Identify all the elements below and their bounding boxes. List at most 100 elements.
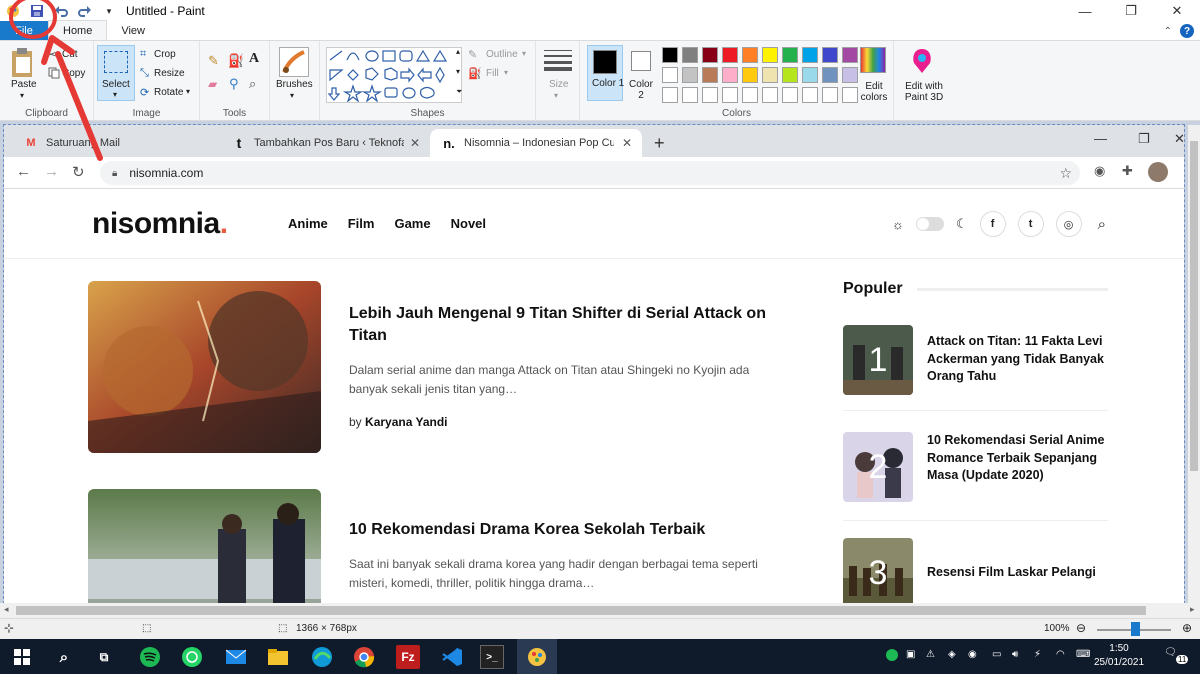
- close-button[interactable]: ✕: [1154, 0, 1200, 22]
- collapse-ribbon-icon[interactable]: ⌃: [1164, 26, 1172, 37]
- popular-item[interactable]: 1 Attack on Titan: 11 Fakta Levi Ackerma…: [843, 325, 1108, 395]
- text-tool-icon[interactable]: A: [249, 51, 259, 67]
- popular-title[interactable]: Attack on Titan: 11 Fakta Levi Ackerman …: [927, 333, 1107, 386]
- help-icon[interactable]: ?: [1180, 24, 1194, 38]
- brushes-icon[interactable]: [279, 47, 309, 77]
- rotate-label[interactable]: Rotate: [154, 87, 183, 98]
- site-logo[interactable]: nisomnia.: [92, 207, 228, 241]
- popular-title[interactable]: Resensi Film Laskar Pelangi: [927, 564, 1107, 582]
- lock-icon[interactable]: 🔒︎: [112, 168, 117, 179]
- palette-swatch[interactable]: [722, 67, 738, 83]
- maximize-button[interactable]: ❐: [1108, 0, 1154, 22]
- extension-icon[interactable]: ◉: [1094, 163, 1105, 179]
- palette-swatch[interactable]: [782, 47, 798, 63]
- whatsapp-icon[interactable]: [180, 645, 204, 669]
- color1-button[interactable]: Color 1: [587, 45, 624, 101]
- palette-swatch[interactable]: [802, 67, 818, 83]
- palette-swatch[interactable]: [742, 87, 758, 103]
- crop-label[interactable]: Crop: [154, 49, 176, 60]
- bookmark-star-icon[interactable]: ☆: [1059, 165, 1072, 182]
- browser-close-icon[interactable]: ✕: [1174, 131, 1184, 147]
- article-title[interactable]: 10 Rekomendasi Drama Korea Sekolah Terba…: [349, 519, 779, 541]
- edge-icon[interactable]: [310, 645, 334, 669]
- shapes-scroll-down-icon[interactable]: ▾: [456, 67, 460, 76]
- palette-swatch[interactable]: [742, 47, 758, 63]
- size-icon[interactable]: [544, 49, 572, 74]
- popular-item[interactable]: 3 Resensi Film Laskar Pelangi: [843, 538, 1108, 603]
- dark-mode-toggle[interactable]: [915, 217, 944, 231]
- volume-icon[interactable]: 🔊︎: [1012, 649, 1018, 660]
- scroll-left-icon[interactable]: ◂: [4, 604, 9, 615]
- edit-colors-label[interactable]: Edit colors: [856, 81, 892, 103]
- tab-view[interactable]: View: [107, 21, 159, 40]
- palette-swatch[interactable]: [762, 67, 778, 83]
- address-bar[interactable]: 🔒︎ nisomnia.com ☆: [100, 161, 1080, 185]
- palette-swatch[interactable]: [682, 87, 698, 103]
- paint3d-icon[interactable]: [910, 47, 934, 78]
- author-name[interactable]: Karyana Yandi: [365, 415, 448, 429]
- tray-app-icon[interactable]: ▣: [906, 649, 915, 660]
- palette-swatch[interactable]: [702, 47, 718, 63]
- browser-tab-nisomnia[interactable]: n. Nisomnia – Indonesian Pop Culture ✕: [430, 129, 642, 157]
- eraser-icon[interactable]: ▰: [208, 77, 217, 91]
- popular-item[interactable]: 2 10 Rekomendasi Serial Anime Romance Te…: [843, 432, 1108, 502]
- palette-swatch[interactable]: [722, 47, 738, 63]
- browser-tab-teknofara[interactable]: t Tambahkan Pos Baru ‹ Teknofara ✕: [220, 129, 430, 157]
- cut-icon[interactable]: ✂: [46, 47, 57, 63]
- tab-close-icon[interactable]: ✕: [410, 136, 420, 150]
- horizontal-scroll-thumb[interactable]: [16, 606, 1146, 615]
- paste-icon[interactable]: [10, 47, 36, 82]
- crop-icon[interactable]: ⌗: [140, 48, 146, 61]
- vscode-icon[interactable]: [440, 645, 464, 669]
- palette-swatch[interactable]: [662, 47, 678, 63]
- cut-label[interactable]: Cut: [62, 49, 78, 60]
- profile-avatar[interactable]: [1148, 162, 1168, 182]
- customize-qat-icon[interactable]: ▾: [100, 2, 118, 20]
- fill-label[interactable]: Fill: [486, 68, 499, 79]
- spotify-icon[interactable]: [138, 645, 162, 669]
- minimize-button[interactable]: —: [1062, 0, 1108, 22]
- mail-icon[interactable]: [224, 645, 248, 669]
- zoom-slider-thumb[interactable]: [1131, 622, 1140, 636]
- fill-icon[interactable]: ⛽: [468, 67, 482, 80]
- palette-swatch[interactable]: [782, 87, 798, 103]
- palette-swatch[interactable]: [822, 47, 838, 63]
- zoom-in-button[interactable]: ⊕: [1182, 621, 1192, 635]
- article-title[interactable]: Lebih Jauh Mengenal 9 Titan Shifter di S…: [349, 303, 779, 347]
- palette-swatch[interactable]: [682, 47, 698, 63]
- palette-swatch[interactable]: [662, 67, 678, 83]
- new-tab-icon[interactable]: +: [654, 133, 665, 154]
- color2-label[interactable]: Color 2: [628, 79, 654, 101]
- outline-icon[interactable]: ✎: [468, 48, 477, 61]
- edit-colors-icon[interactable]: [860, 47, 886, 73]
- horizontal-scrollbar[interactable]: ◂ ▸: [0, 603, 1200, 618]
- browser-minimize-icon[interactable]: —: [1094, 131, 1107, 146]
- redo-icon[interactable]: [76, 2, 94, 20]
- palette-swatch[interactable]: [782, 67, 798, 83]
- twitter-icon[interactable]: t: [1017, 211, 1044, 237]
- back-icon[interactable]: ←: [16, 163, 31, 180]
- palette-swatch[interactable]: [702, 67, 718, 83]
- network-icon[interactable]: ⚡: [1034, 649, 1041, 660]
- palette-swatch[interactable]: [822, 67, 838, 83]
- size-dropdown-icon[interactable]: ▾: [554, 91, 558, 100]
- palette-swatch[interactable]: [682, 67, 698, 83]
- palette-swatch[interactable]: [742, 67, 758, 83]
- paste-label[interactable]: Paste: [11, 79, 37, 90]
- start-icon[interactable]: [10, 645, 34, 669]
- browser-restore-icon[interactable]: ❐: [1138, 131, 1150, 147]
- forward-icon[interactable]: →: [44, 163, 59, 180]
- paint-app-icon[interactable]: [4, 2, 22, 20]
- keyboard-icon[interactable]: ⌨: [1076, 649, 1090, 660]
- palette-swatch[interactable]: [722, 87, 738, 103]
- tab-file[interactable]: File: [0, 21, 48, 40]
- tray-app-icon[interactable]: ⚠: [926, 649, 935, 660]
- tray-app-icon[interactable]: ▭: [992, 649, 1001, 660]
- rotate-dropdown-icon[interactable]: ▾: [186, 87, 190, 96]
- zoom-out-button[interactable]: ⊖: [1076, 621, 1086, 635]
- tab-close-icon[interactable]: ✕: [622, 136, 632, 150]
- wifi-icon[interactable]: ◠: [1056, 649, 1065, 660]
- pencil-icon[interactable]: ✎: [208, 53, 219, 69]
- nav-novel[interactable]: Novel: [451, 216, 486, 231]
- browser-tab-mail[interactable]: M Saturuang Mail: [12, 129, 222, 157]
